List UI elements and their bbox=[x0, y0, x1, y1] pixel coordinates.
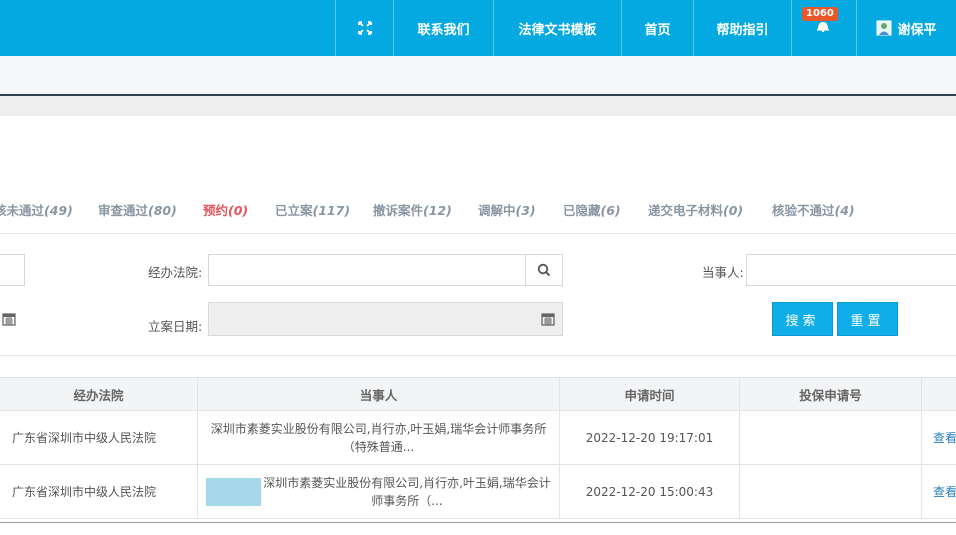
cell-party: 深圳市素菱实业股份有限公司,肖行亦,叶玉娟,瑞华会计师事务所（特殊普通... bbox=[197, 411, 559, 464]
user-name: 谢保平 bbox=[897, 22, 937, 38]
fullscreen-button[interactable] bbox=[335, 0, 393, 56]
left-date-picker-button[interactable] bbox=[0, 310, 18, 328]
cell-policy-no bbox=[739, 411, 921, 464]
sub-header-strip bbox=[0, 96, 956, 116]
tab-hidden[interactable]: 已隐藏(6) bbox=[563, 200, 621, 219]
view-link[interactable]: 查看 bbox=[921, 411, 956, 464]
nav-legal-templates[interactable]: 法律文书模板 bbox=[493, 0, 621, 56]
filing-date-input[interactable] bbox=[208, 302, 563, 336]
party-label: 当事人: bbox=[702, 265, 744, 280]
party-input[interactable] bbox=[746, 254, 956, 286]
notification-count-badge: 1060 bbox=[802, 7, 838, 21]
court-label: 经办法院: bbox=[148, 265, 203, 280]
divider bbox=[0, 355, 956, 356]
table-row[interactable]: 广东省深圳市中级人民法院 深圳市素菱实业股份有限公司,肖行亦,叶玉娟,瑞华会计师… bbox=[0, 411, 956, 465]
cell-policy-no bbox=[739, 465, 921, 518]
cell-apply-time: 2022-12-20 15:00:43 bbox=[559, 465, 739, 518]
filing-date-label: 立案日期: bbox=[148, 319, 203, 334]
table-row[interactable]: 广东省深圳市中级人民法院 深圳市素菱实业股份有限公司,肖行亦,叶玉娟,瑞华会计师… bbox=[0, 465, 956, 519]
tab-submit-materials[interactable]: 递交电子材料(0) bbox=[648, 200, 743, 219]
filing-date-picker-button[interactable] bbox=[539, 310, 557, 328]
search-button[interactable]: 搜索 bbox=[772, 302, 833, 336]
nav-contact-us[interactable]: 联系我们 bbox=[393, 0, 493, 56]
user-menu[interactable]: 谢保平 bbox=[856, 0, 956, 56]
column-header-policy-no: 投保申请号 bbox=[739, 378, 921, 411]
tab-review-failed[interactable]: 核未通过(49) bbox=[0, 200, 73, 219]
redacted-highlight bbox=[206, 477, 261, 506]
tab-review-passed[interactable]: 审查通过(80) bbox=[98, 200, 177, 219]
app-root: 联系我们 法律文书模板 首页 帮助指引 1060 谢保平 核未通过(49) 审查… bbox=[0, 0, 956, 535]
cell-party: 深圳市素菱实业股份有限公司,肖行亦,叶玉娟,瑞华会计师事务所（... bbox=[197, 465, 559, 518]
column-header-court: 经办法院 bbox=[73, 388, 124, 403]
nav-help-guide[interactable]: 帮助指引 bbox=[693, 0, 791, 56]
column-header-action bbox=[921, 378, 956, 411]
search-icon bbox=[537, 263, 551, 277]
tab-withdrawn[interactable]: 撤诉案件(12) bbox=[373, 200, 452, 219]
left-filter-input[interactable] bbox=[0, 254, 25, 286]
top-nav-bar: 联系我们 法律文书模板 首页 帮助指引 1060 谢保平 bbox=[0, 0, 956, 56]
table-header: 经办法院 当事人 申请时间 投保申请号 bbox=[0, 377, 956, 411]
cell-apply-time: 2022-12-20 19:17:01 bbox=[559, 411, 739, 464]
tab-reservation[interactable]: 预约(0) bbox=[203, 200, 248, 219]
divider bbox=[0, 522, 956, 523]
cell-court: 广东省深圳市中级人民法院 bbox=[12, 430, 157, 445]
tab-mediating[interactable]: 调解中(3) bbox=[478, 200, 536, 219]
calendar-icon bbox=[541, 313, 555, 326]
avatar-icon bbox=[876, 20, 892, 36]
notification-button[interactable]: 1060 bbox=[791, 0, 856, 56]
fullscreen-icon bbox=[357, 21, 372, 35]
column-header-party: 当事人 bbox=[197, 378, 559, 411]
court-input[interactable] bbox=[208, 254, 526, 286]
sub-header bbox=[0, 56, 956, 94]
nav-home[interactable]: 首页 bbox=[621, 0, 693, 56]
tab-verification-failed[interactable]: 核验不通过(4) bbox=[772, 200, 855, 219]
view-link[interactable]: 查看 bbox=[921, 465, 956, 518]
calendar-icon bbox=[2, 313, 16, 326]
reset-button[interactable]: 重置 bbox=[837, 302, 898, 336]
tab-filed[interactable]: 已立案(117) bbox=[275, 200, 350, 219]
divider bbox=[0, 233, 956, 234]
court-search-button[interactable] bbox=[526, 254, 563, 286]
bell-icon bbox=[817, 22, 829, 32]
column-header-apply-time: 申请时间 bbox=[559, 378, 739, 411]
cell-court: 广东省深圳市中级人民法院 bbox=[12, 484, 157, 499]
cell-party-text: 深圳市素菱实业股份有限公司,肖行亦,叶玉娟,瑞华会计师事务所（... bbox=[263, 475, 551, 508]
